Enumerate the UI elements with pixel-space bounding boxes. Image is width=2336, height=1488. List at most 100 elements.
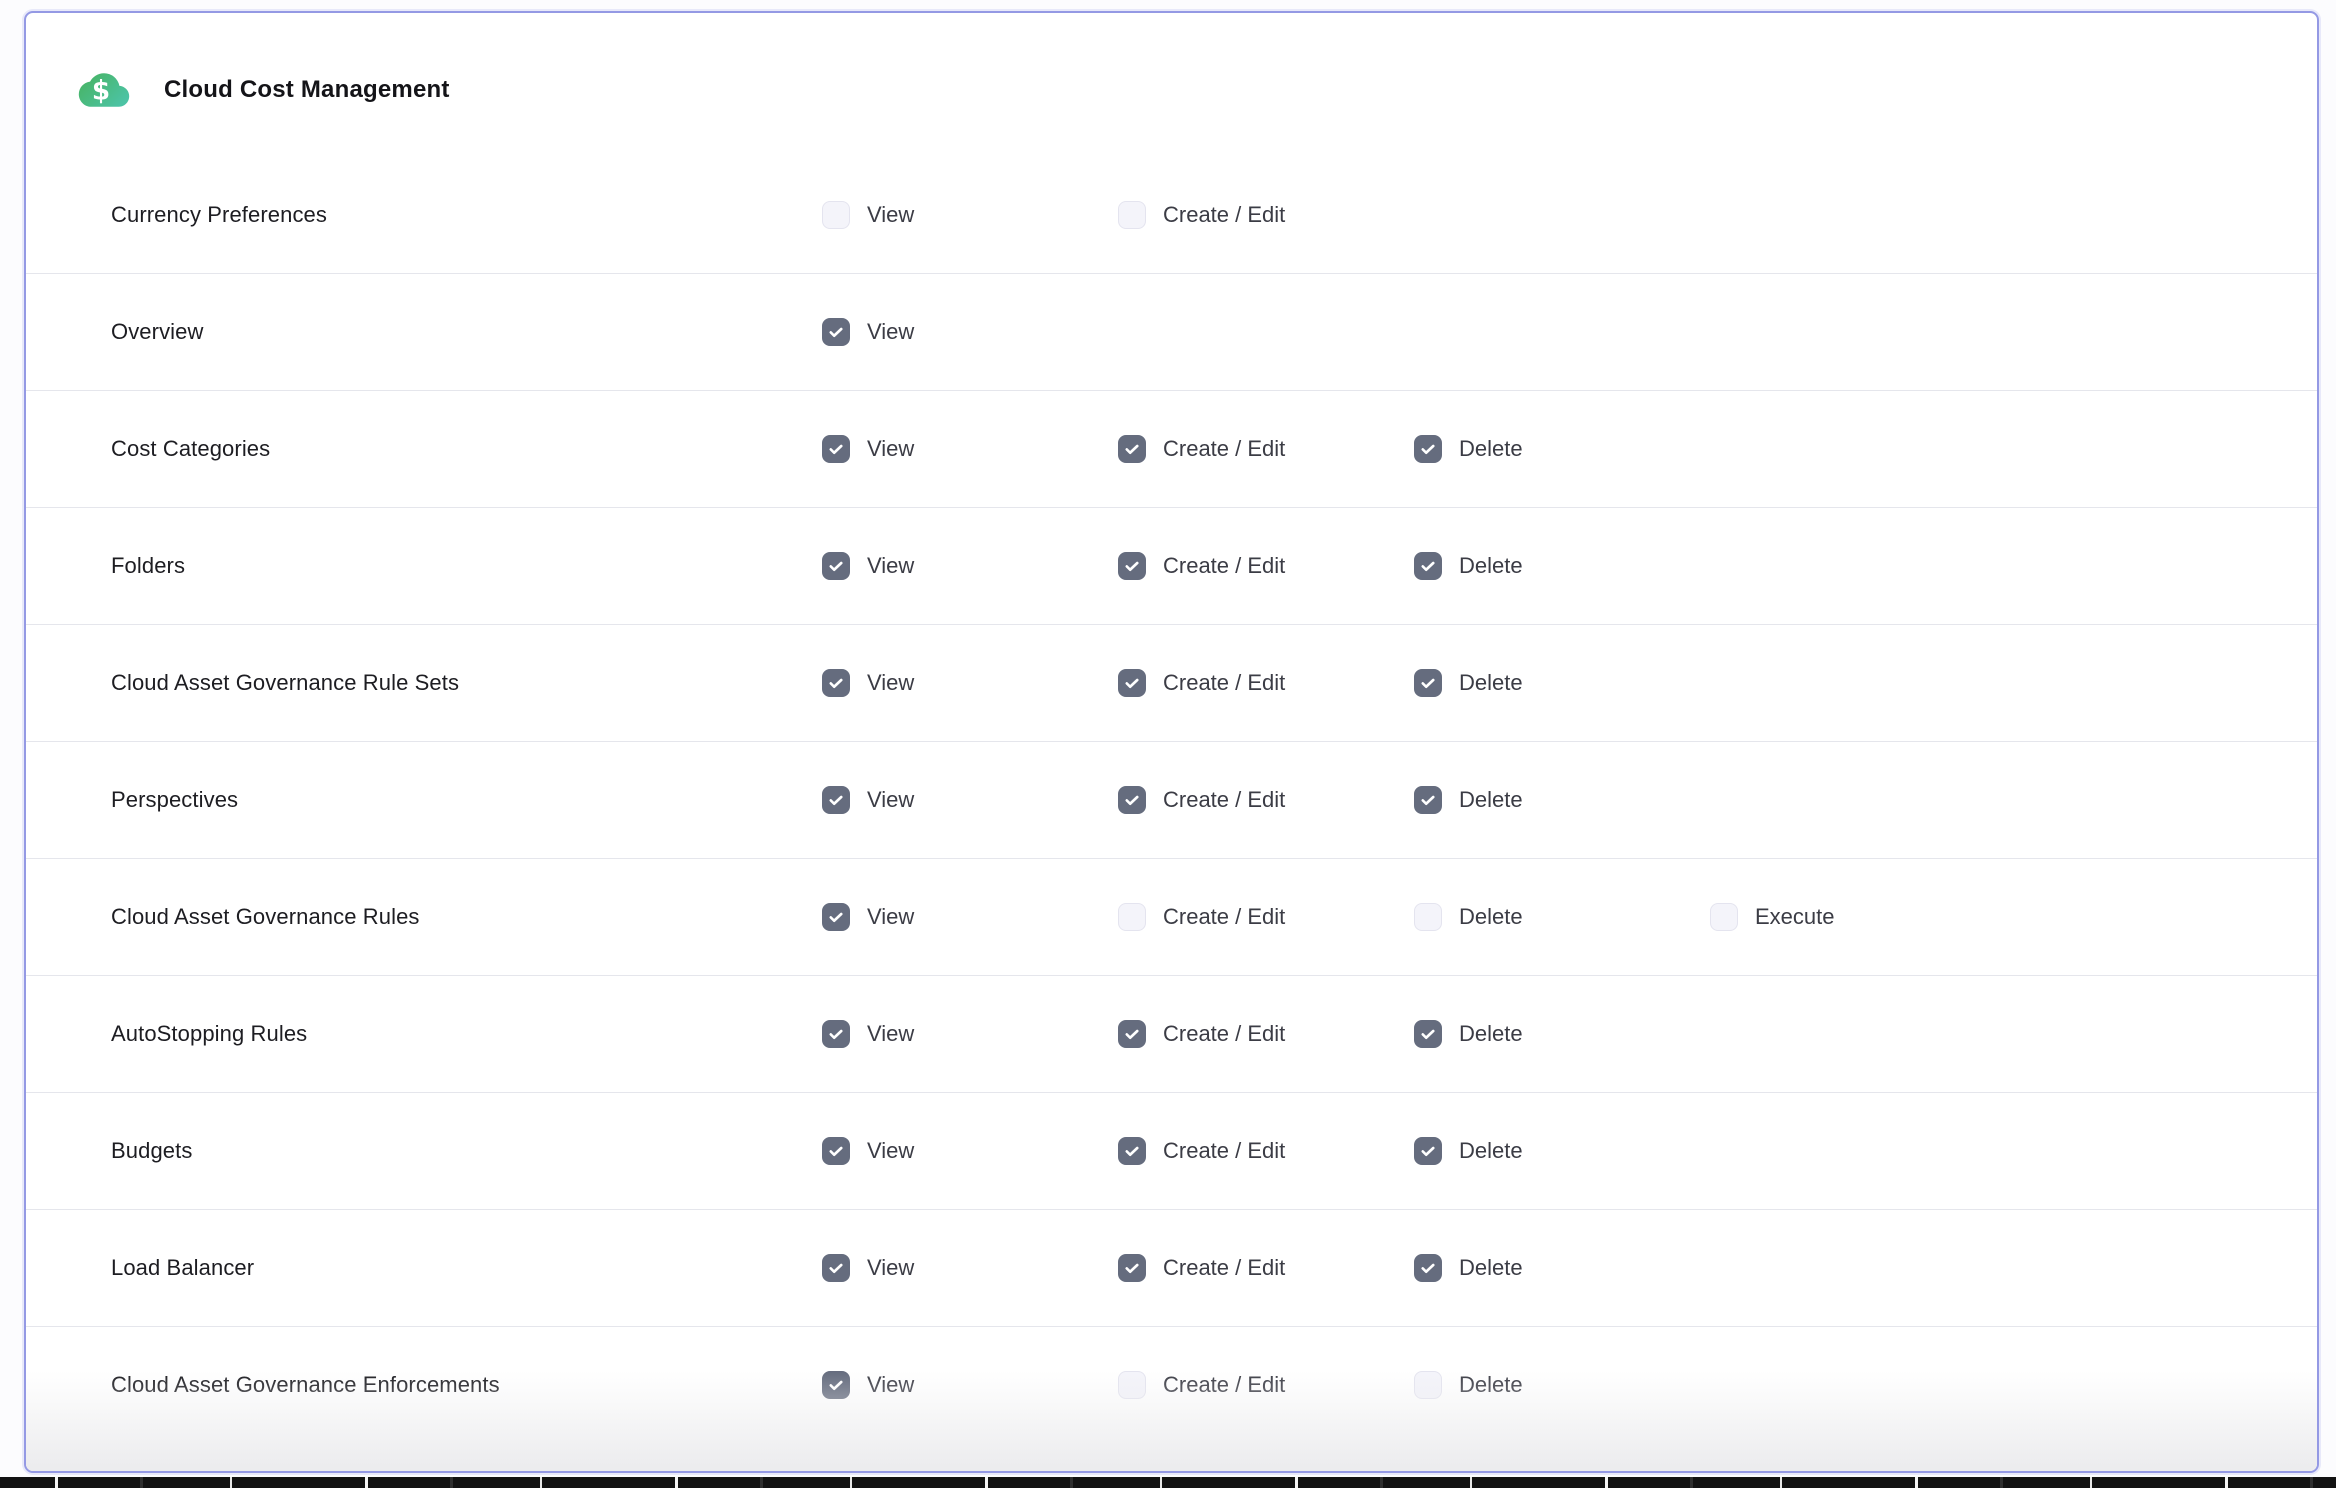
table-row-perspectives: Perspectives View Create / Edit Delete [26,741,2317,858]
checkbox-create-edit-checked[interactable] [1118,669,1146,697]
permission-option-delete: Delete [1414,1254,1710,1282]
table-row-load-balancer: Load Balancer View Create / Edit Delete [26,1209,2317,1326]
permission-label[interactable]: Create / Edit [1163,787,1285,813]
permission-label[interactable]: Delete [1459,553,1523,579]
checkbox-create-edit-checked[interactable] [1118,1020,1146,1048]
checkbox-view-checked[interactable] [822,903,850,931]
permission-option-create-edit: Create / Edit [1118,786,1414,814]
permission-label[interactable]: Create / Edit [1163,553,1285,579]
resource-label: Cloud Asset Governance Rule Sets [111,670,822,696]
resource-label: Cost Categories [111,436,822,462]
checkbox-view-checked[interactable] [822,786,850,814]
permission-option-view: View [822,1254,1118,1282]
permission-label[interactable]: View [867,787,914,813]
table-row-cloud-asset-governance-rules: Cloud Asset Governance Rules View Create /… [26,858,2317,975]
permission-option-delete: Delete [1414,903,1710,931]
permission-option-delete: Delete [1414,1371,1710,1399]
permission-label[interactable]: Create / Edit [1163,1021,1285,1047]
permission-option-execute: Execute [1710,903,2006,931]
checkbox-delete-unchecked[interactable] [1414,903,1442,931]
permission-label[interactable]: View [867,1372,914,1398]
resource-label: Perspectives [111,787,822,813]
table-row-currency-preferences: Currency Preferences View Create / Edit [26,156,2317,273]
permission-label[interactable]: Create / Edit [1163,670,1285,696]
resource-label: Folders [111,553,822,579]
permission-option-delete: Delete [1414,1137,1710,1165]
checkbox-view-unchecked[interactable] [822,201,850,229]
permission-label[interactable]: Delete [1459,1021,1523,1047]
permission-label[interactable]: View [867,904,914,930]
checkbox-create-edit-checked[interactable] [1118,1254,1146,1282]
permission-option-create-edit: Create / Edit [1118,1137,1414,1165]
resource-label: Load Balancer [111,1255,822,1281]
checkbox-delete-checked[interactable] [1414,786,1442,814]
checkbox-view-checked[interactable] [822,1137,850,1165]
checkbox-create-edit-unchecked[interactable] [1118,903,1146,931]
permission-option-view: View [822,1371,1118,1399]
permission-label[interactable]: Create / Edit [1163,436,1285,462]
permission-label[interactable]: View [867,1138,914,1164]
page-title: Cloud Cost Management [164,76,450,104]
checkbox-view-checked[interactable] [822,1254,850,1282]
checkbox-create-edit-checked[interactable] [1118,435,1146,463]
permission-option-delete: Delete [1414,669,1710,697]
clipped-content-strip [0,1477,2336,1488]
resource-label: Currency Preferences [111,202,822,228]
table-row-overview: OverviewView [26,273,2317,390]
permission-label[interactable]: Delete [1459,904,1523,930]
checkbox-view-checked[interactable] [822,552,850,580]
resource-label: Cloud Asset Governance Rules [111,904,822,930]
resource-label: Budgets [111,1138,822,1164]
checkbox-delete-checked[interactable] [1414,669,1442,697]
permissions-table: Currency Preferences View Create / Edit Ove… [26,156,2317,1443]
checkbox-delete-checked[interactable] [1414,552,1442,580]
checkbox-view-checked[interactable] [822,1020,850,1048]
permission-label[interactable]: Delete [1459,670,1523,696]
permission-label[interactable]: View [867,1021,914,1047]
permission-option-create-edit: Create / Edit [1118,669,1414,697]
cloud-dollar-icon: $ [77,69,131,111]
checkbox-delete-checked[interactable] [1414,435,1442,463]
permission-option-view: View [822,903,1118,931]
permission-label[interactable]: Create / Edit [1163,1255,1285,1281]
permission-label[interactable]: Delete [1459,1138,1523,1164]
checkbox-delete-checked[interactable] [1414,1254,1442,1282]
permission-label[interactable]: Create / Edit [1163,1372,1285,1398]
permission-label[interactable]: View [867,436,914,462]
permission-label[interactable]: Delete [1459,1372,1523,1398]
permission-label[interactable]: Create / Edit [1163,202,1285,228]
checkbox-execute-unchecked[interactable] [1710,903,1738,931]
checkbox-create-edit-unchecked[interactable] [1118,1371,1146,1399]
checkbox-delete-unchecked[interactable] [1414,1371,1442,1399]
checkbox-create-edit-unchecked[interactable] [1118,201,1146,229]
checkbox-view-checked[interactable] [822,669,850,697]
permission-option-view: View [822,1137,1118,1165]
table-row-cloud-asset-governance-rule-sets: Cloud Asset Governance Rule Sets View Crea… [26,624,2317,741]
permission-option-view: View [822,1020,1118,1048]
permission-label[interactable]: Delete [1459,1255,1523,1281]
checkbox-view-checked[interactable] [822,1371,850,1399]
permission-label[interactable]: Create / Edit [1163,904,1285,930]
permission-option-view: View [822,435,1118,463]
permission-label[interactable]: View [867,1255,914,1281]
permission-label[interactable]: View [867,319,914,345]
checkbox-view-checked[interactable] [822,435,850,463]
checkbox-view-checked[interactable] [822,318,850,346]
checkbox-delete-checked[interactable] [1414,1137,1442,1165]
table-row-cloud-asset-governance-enforcements: Cloud Asset Governance EnforcementsViewC… [26,1326,2317,1443]
checkbox-create-edit-checked[interactable] [1118,786,1146,814]
permission-label[interactable]: Execute [1755,904,1835,930]
permission-option-delete: Delete [1414,1020,1710,1048]
permission-label[interactable]: Delete [1459,436,1523,462]
permission-option-delete: Delete [1414,786,1710,814]
permission-option-create-edit: Create / Edit [1118,1020,1414,1048]
checkbox-create-edit-checked[interactable] [1118,1137,1146,1165]
checkbox-delete-checked[interactable] [1414,1020,1442,1048]
permission-label[interactable]: View [867,553,914,579]
permission-label[interactable]: Delete [1459,787,1523,813]
permission-label[interactable]: View [867,202,914,228]
permission-label[interactable]: Create / Edit [1163,1138,1285,1164]
checkbox-create-edit-checked[interactable] [1118,552,1146,580]
permission-label[interactable]: View [867,670,914,696]
permission-option-create-edit: Create / Edit [1118,903,1414,931]
